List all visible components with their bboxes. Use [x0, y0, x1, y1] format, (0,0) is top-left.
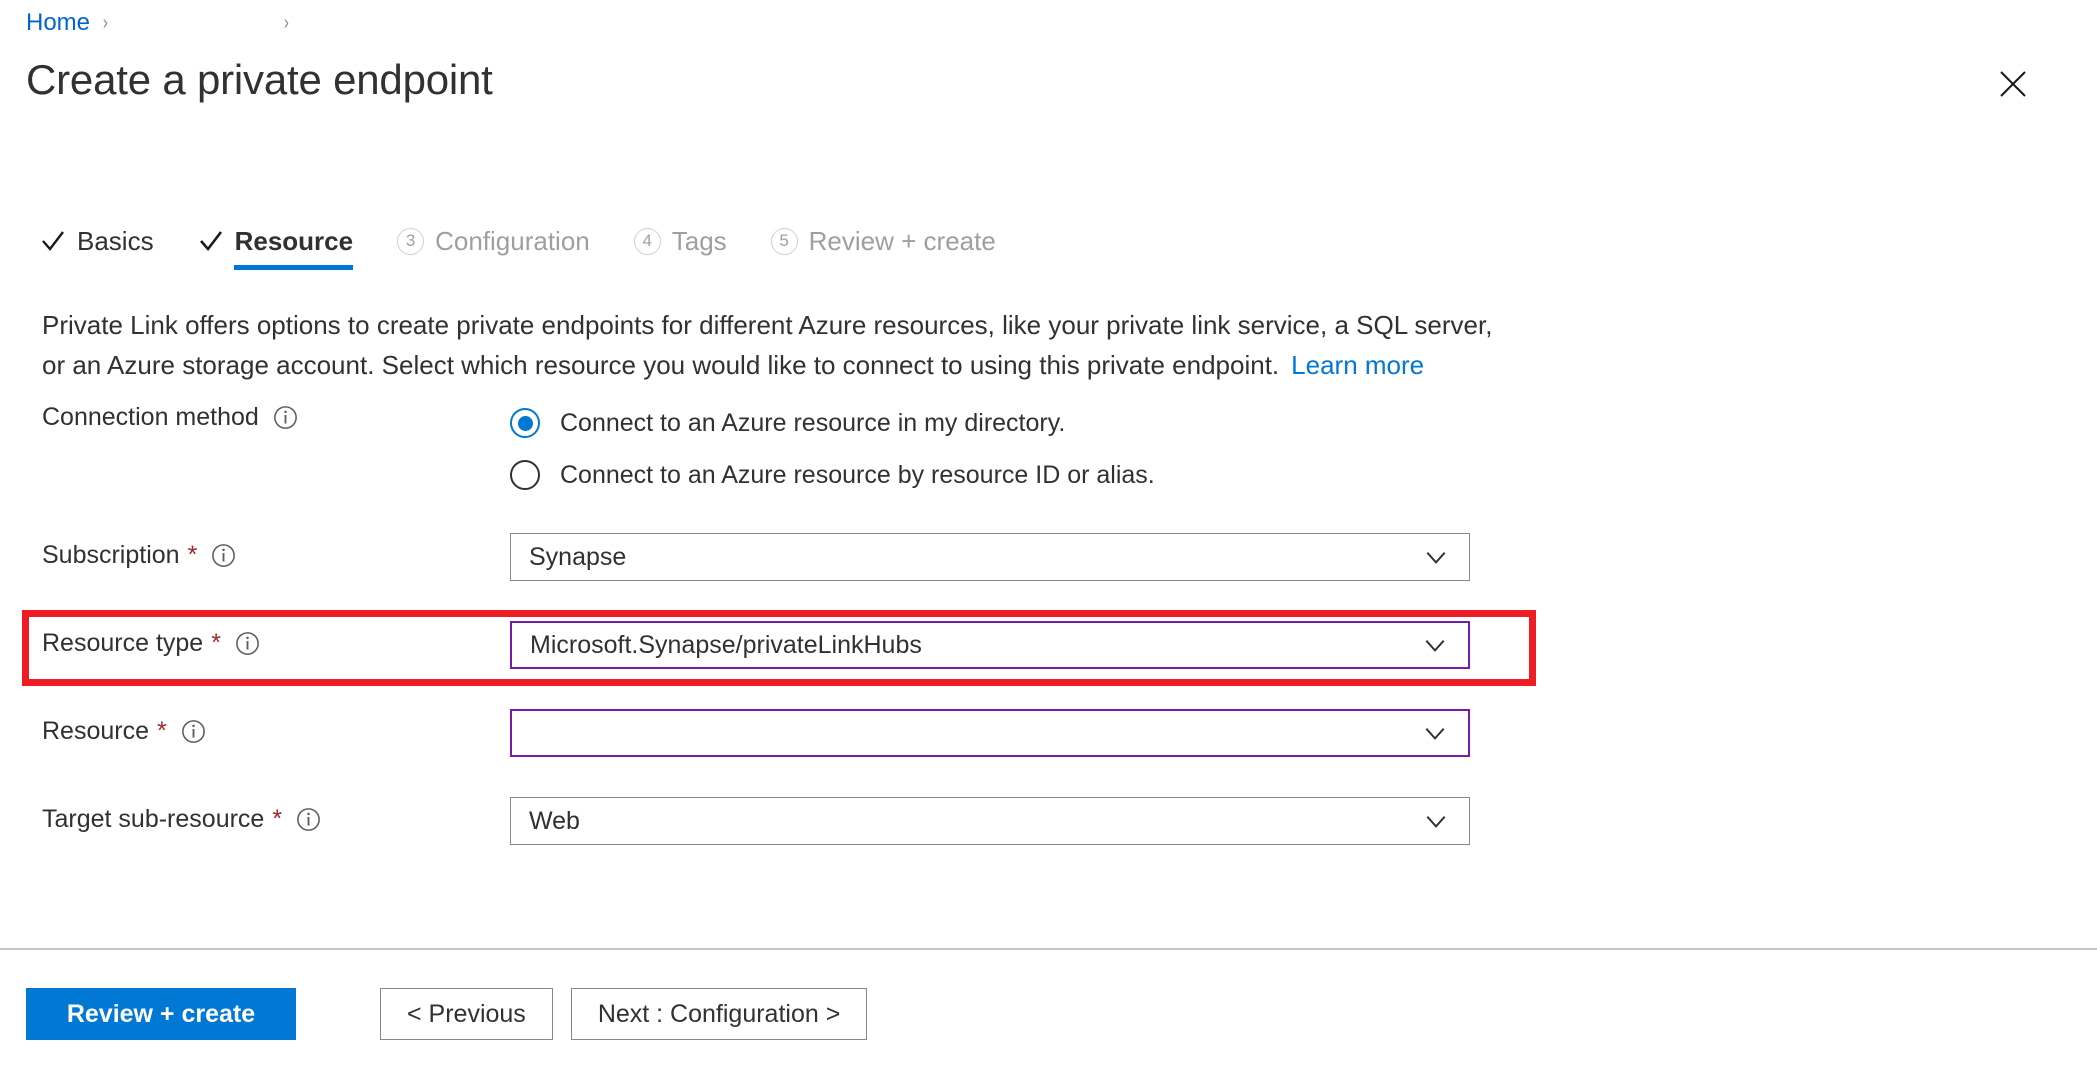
check-icon	[199, 231, 222, 252]
resource-form: Connection method Connect to an Azure re…	[0, 395, 2097, 853]
resource-label: Resource	[42, 716, 149, 745]
chevron-down-icon	[1426, 552, 1446, 564]
description-text: Private Link offers options to create pr…	[42, 310, 1493, 380]
radio-connect-in-directory[interactable]: Connect to an Azure resource in my direc…	[510, 397, 2097, 449]
radio-mark-unselected	[510, 460, 540, 490]
info-icon[interactable]	[273, 405, 298, 430]
target-sub-resource-control: Web	[510, 797, 2097, 845]
create-private-endpoint-blade: Home › › Create a private endpoint Basic…	[0, 0, 2097, 1065]
check-icon	[42, 231, 64, 251]
info-icon[interactable]	[296, 807, 321, 832]
step-number-5: 5	[770, 227, 798, 255]
connection-method-label-cell: Connection method	[0, 395, 510, 439]
chevron-down-icon	[1425, 640, 1445, 652]
breadcrumb-home-link[interactable]: Home	[26, 9, 90, 37]
chevron-down-icon	[1426, 816, 1446, 828]
connection-method-label: Connection method	[42, 402, 259, 431]
resource-type-label: Resource type	[42, 628, 204, 657]
active-tab-underline	[233, 265, 354, 270]
subscription-value: Synapse	[529, 542, 627, 571]
next-configuration-button[interactable]: Next : Configuration >	[570, 988, 868, 1040]
radio-connect-by-resource-id[interactable]: Connect to an Azure resource by resource…	[510, 449, 2097, 501]
subscription-dropdown[interactable]: Synapse	[510, 533, 1470, 581]
resource-control	[510, 709, 2097, 757]
target-sub-resource-value: Web	[529, 806, 580, 835]
subscription-control: Synapse	[510, 533, 2097, 581]
resource-required-asterisk: *	[157, 716, 167, 745]
footer-divider	[0, 948, 2097, 950]
resource-type-control: Microsoft.Synapse/privateLinkHubs	[510, 621, 2097, 669]
info-icon[interactable]	[235, 631, 260, 656]
target-sub-resource-dropdown[interactable]: Web	[510, 797, 1470, 845]
resource-label-cell: Resource *	[0, 709, 510, 753]
field-row-connection-method: Connection method Connect to an Azure re…	[0, 395, 2097, 501]
subscription-required-asterisk: *	[187, 540, 198, 569]
learn-more-link[interactable]: Learn more	[1291, 350, 1424, 380]
tab-review-create[interactable]: 5 Review + create	[770, 218, 996, 264]
tab-resource-label: Resource	[234, 225, 354, 256]
info-icon[interactable]	[181, 719, 206, 744]
close-icon[interactable]	[1991, 62, 2035, 106]
field-row-subscription: Subscription * Synapse	[0, 533, 2097, 589]
connection-method-radio-group: Connect to an Azure resource in my direc…	[510, 395, 2097, 501]
target-sub-resource-required-asterisk: *	[272, 804, 283, 833]
resource-type-label-cell: Resource type *	[0, 621, 510, 665]
tab-resource[interactable]: Resource	[198, 218, 354, 270]
breadcrumb-separator-1: ›	[102, 11, 108, 34]
chevron-down-icon	[1425, 728, 1445, 740]
radio-mark-selected	[510, 408, 540, 438]
radio-connect-in-directory-label: Connect to an Azure resource in my direc…	[560, 408, 1066, 437]
target-sub-resource-label: Target sub-resource	[42, 804, 265, 833]
resource-type-dropdown[interactable]: Microsoft.Synapse/privateLinkHubs	[510, 621, 1470, 669]
field-row-target-sub-resource: Target sub-resource * Web	[0, 797, 2097, 853]
tab-tags[interactable]: 4 Tags	[633, 218, 727, 264]
tab-basics-label: Basics	[77, 225, 154, 256]
blade-description: Private Link offers options to create pr…	[42, 305, 1522, 385]
connection-method-options: Connect to an Azure resource in my direc…	[510, 395, 2097, 501]
target-sub-resource-label-cell: Target sub-resource *	[0, 797, 510, 841]
breadcrumb-separator-2: ›	[283, 11, 289, 34]
review-create-button[interactable]: Review + create	[26, 988, 296, 1040]
tab-review-create-label: Review + create	[808, 225, 996, 256]
info-icon[interactable]	[211, 543, 236, 568]
blade-footer: Review + create < Previous Next : Config…	[26, 988, 868, 1040]
tab-configuration[interactable]: 3 Configuration	[397, 218, 590, 264]
step-number-4: 4	[633, 227, 661, 255]
resource-dropdown[interactable]	[510, 709, 1470, 757]
radio-connect-by-resource-id-label: Connect to an Azure resource by resource…	[560, 460, 1155, 489]
breadcrumb: Home › ›	[26, 6, 301, 40]
previous-button[interactable]: < Previous	[380, 988, 553, 1040]
tab-basics[interactable]: Basics	[40, 218, 154, 264]
wizard-tabs: Basics Resource 3 Configuration 4 Tags 5…	[40, 218, 1040, 276]
resource-type-required-asterisk: *	[211, 628, 221, 657]
step-number-3: 3	[397, 227, 425, 255]
field-row-resource: Resource *	[0, 709, 2097, 765]
subscription-label: Subscription	[42, 540, 180, 569]
tab-configuration-label: Configuration	[435, 225, 590, 256]
subscription-label-cell: Subscription *	[0, 533, 510, 577]
tab-tags-label: Tags	[671, 225, 727, 256]
resource-type-value: Microsoft.Synapse/privateLinkHubs	[530, 630, 922, 659]
page-title: Create a private endpoint	[26, 56, 493, 103]
field-row-resource-type: Resource type * Microsoft.Synapse/privat…	[0, 621, 2097, 677]
